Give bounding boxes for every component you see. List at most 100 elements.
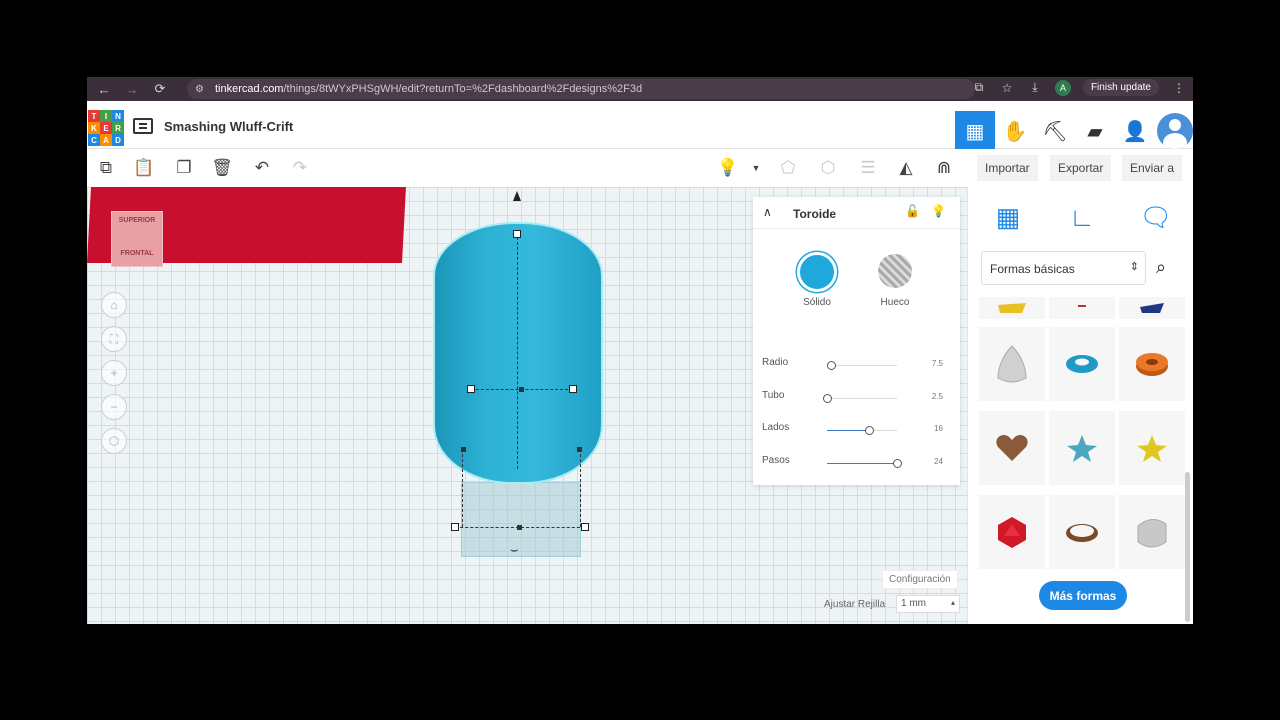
search-icon[interactable]: ⌕ (1156, 257, 1166, 278)
shape-tile-tube[interactable] (1119, 327, 1185, 401)
notes-icon[interactable]: 🗨 (1136, 197, 1176, 237)
redo-icon[interactable]: ↷ (287, 155, 313, 181)
view-cube[interactable]: SUPERIOR FRONTAL (111, 207, 163, 267)
star-icon (1067, 435, 1097, 462)
duplicate-icon[interactable]: ❐ (171, 155, 197, 181)
magnet-icon[interactable]: ⋒ (931, 155, 957, 181)
resize-handle[interactable] (581, 523, 589, 531)
shapes-panel: ▦ ∟ 🗨 Formas básicas ⇕ ⌕ Más formas (967, 187, 1193, 624)
param-name: Radio (762, 357, 789, 368)
design-list-icon[interactable] (133, 118, 153, 134)
shape-tile[interactable] (979, 297, 1045, 319)
profile-avatar[interactable]: A (1054, 79, 1071, 96)
bookmark-star-icon[interactable]: ☆ (999, 81, 1015, 95)
torus-shape[interactable] (435, 224, 601, 482)
add-user-icon[interactable]: 👤 (1115, 111, 1155, 151)
back-icon[interactable]: ← (93, 78, 115, 100)
zoom-out-icon[interactable]: − (101, 394, 127, 420)
visibility-bulb-icon[interactable]: 💡 (931, 204, 946, 218)
selection-guide-left (462, 449, 463, 527)
param-value[interactable]: 16 (919, 424, 943, 433)
chevron-up-icon[interactable]: ∧ (763, 205, 772, 219)
shape-tile-star-yellow[interactable] (1119, 411, 1185, 485)
height-handle[interactable] (513, 230, 521, 238)
tinkercad-logo[interactable]: T I N K E R C A D (88, 110, 124, 146)
shape-tile-torus[interactable] (1049, 327, 1115, 401)
lift-arrow-icon[interactable] (513, 191, 521, 201)
address-bar[interactable]: ⚙ tinkercad.com /things/8tWYxPHSgWH/edit… (187, 79, 975, 99)
finish-update-button[interactable]: Finish update (1082, 79, 1159, 96)
snap-grid-select[interactable]: 1 mm (896, 595, 960, 613)
param-slider[interactable] (823, 394, 897, 403)
codeblocks-icon[interactable]: ✋ (995, 111, 1035, 151)
logo-letter: D (112, 134, 124, 146)
bricks-icon[interactable]: ▰ (1075, 111, 1115, 151)
ring-icon (1066, 524, 1098, 542)
param-slider[interactable] (827, 426, 897, 435)
shape-category-select[interactable]: Formas básicas ⇕ (981, 251, 1146, 285)
rotate-arrow-icon[interactable]: ⌣ (510, 542, 519, 558)
download-icon[interactable]: ⤓ (1027, 80, 1043, 95)
param-slider[interactable] (826, 361, 897, 370)
forward-icon[interactable]: → (121, 78, 143, 100)
shape-tile-ring[interactable] (1049, 495, 1115, 569)
slider-knob[interactable] (865, 426, 874, 435)
ruler-icon[interactable]: ∟ (1062, 197, 1102, 237)
solid-label: Sólido (803, 297, 831, 308)
user-avatar[interactable] (1157, 113, 1193, 149)
paste-icon[interactable]: 📋 (131, 155, 157, 181)
param-value[interactable]: 24 (919, 457, 943, 466)
send-to-button[interactable]: Enviar a (1122, 155, 1183, 181)
slider-knob[interactable] (893, 459, 902, 468)
copy-icon[interactable]: ⧉ (93, 155, 119, 181)
3d-view-grid-icon[interactable]: ▦ (955, 111, 995, 151)
install-app-icon[interactable]: ⧉ (971, 80, 987, 95)
browser-menu-icon[interactable]: ⋮ (1171, 81, 1187, 95)
shape-tile-star-blue[interactable] (1049, 411, 1115, 485)
group-icon[interactable]: ⬠ (775, 155, 801, 181)
export-button[interactable]: Exportar (1050, 155, 1112, 181)
shape-tile-round-roof[interactable] (1119, 495, 1185, 569)
chevron-down-icon[interactable]: ▼ (743, 155, 769, 181)
shape-tile[interactable] (1049, 297, 1115, 319)
shape-tile-heart[interactable] (979, 411, 1045, 485)
settings-button[interactable]: Configuración (882, 570, 958, 589)
shape-tile[interactable] (1119, 297, 1185, 319)
slider-knob[interactable] (823, 394, 832, 403)
home-view-icon[interactable]: ⌂ (101, 292, 127, 318)
align-icon[interactable]: ☰ (855, 155, 881, 181)
lock-icon[interactable]: 🔓 (905, 204, 920, 218)
undo-icon[interactable]: ↶ (249, 155, 275, 181)
perspective-icon[interactable]: ⬡ (101, 428, 127, 454)
delete-icon[interactable]: 🗑 (209, 155, 235, 181)
reload-icon[interactable]: ⟳ (149, 78, 171, 100)
resize-handle[interactable] (467, 385, 475, 393)
resize-handle[interactable] (451, 523, 459, 531)
light-bulb-icon[interactable]: 💡 (715, 155, 741, 181)
more-shapes-button[interactable]: Más formas (1039, 581, 1127, 610)
minecraft-pickaxe-icon[interactable]: ⛏ (1035, 111, 1075, 151)
mirror-icon[interactable]: ◭ (893, 155, 919, 181)
panel-scrollbar[interactable] (1185, 472, 1190, 622)
solid-option[interactable] (797, 252, 837, 292)
logo-letter: K (88, 122, 100, 134)
param-name: Pasos (762, 455, 790, 466)
resize-handle[interactable] (569, 385, 577, 393)
site-info-icon[interactable]: ⚙ (195, 84, 209, 95)
param-value[interactable]: 2.5 (919, 392, 943, 401)
workplane-grid-icon[interactable]: ▦ (988, 197, 1028, 237)
ungroup-icon[interactable]: ⬡ (815, 155, 841, 181)
param-value[interactable]: 7.5 (919, 359, 943, 368)
fit-view-icon[interactable]: ⛶ (101, 326, 127, 352)
shape-tile-paraboloid[interactable] (979, 327, 1045, 401)
shape-tile-icosahedron[interactable] (979, 495, 1045, 569)
design-title[interactable]: Smashing Wluff-Crift (164, 119, 293, 134)
center-guide (517, 237, 518, 469)
hole-option[interactable] (878, 254, 912, 288)
param-slider[interactable] (827, 459, 902, 468)
param-row-tube: Tubo 2.5 (753, 390, 960, 410)
zoom-in-icon[interactable]: + (101, 360, 127, 386)
slider-knob[interactable] (826, 361, 836, 370)
import-button[interactable]: Importar (977, 155, 1038, 181)
round-roof-icon (1137, 519, 1167, 548)
